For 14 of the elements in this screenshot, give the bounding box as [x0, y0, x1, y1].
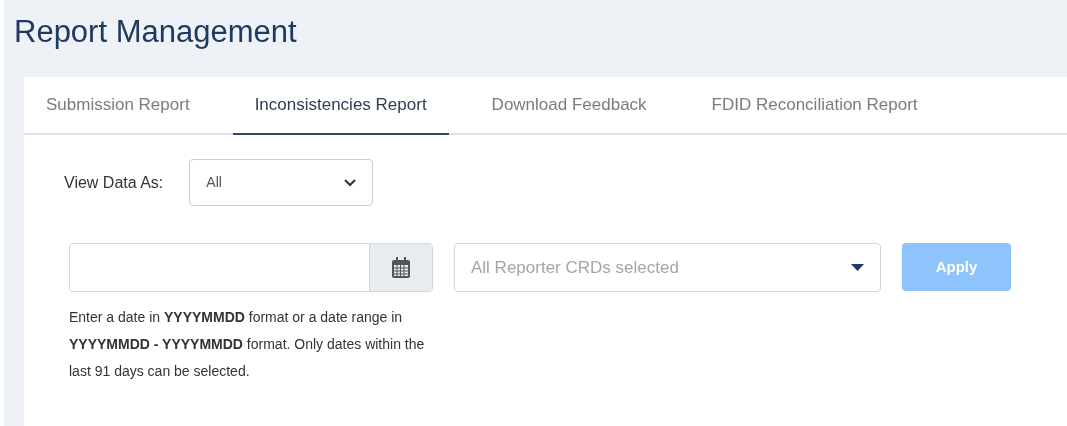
view-data-label: View Data As:: [64, 172, 164, 193]
tab[interactable]: Download Feedback: [469, 77, 669, 135]
tab[interactable]: Inconsistencies Report: [232, 77, 449, 135]
date-help-text: Enter a date in YYYYMMDD format or a date range in YYYYMMDD - YYYYMMDD format. Only dates within the last 91 days can be selected.: [69, 308, 426, 381]
reporter-select[interactable]: All Reporter CRDs selected: [454, 243, 881, 292]
calendar-icon: [391, 256, 411, 279]
page-title: Report Management: [14, 13, 298, 51]
tab[interactable]: FDID Reconciliation Report: [689, 77, 940, 135]
caret-down-icon: [851, 264, 864, 271]
calendar-button[interactable]: [369, 244, 432, 291]
date-field[interactable]: [69, 243, 433, 292]
chevron-down-icon: [344, 178, 357, 187]
view-data-select[interactable]: All: [189, 159, 374, 206]
tab[interactable]: Submission Report: [24, 77, 212, 135]
